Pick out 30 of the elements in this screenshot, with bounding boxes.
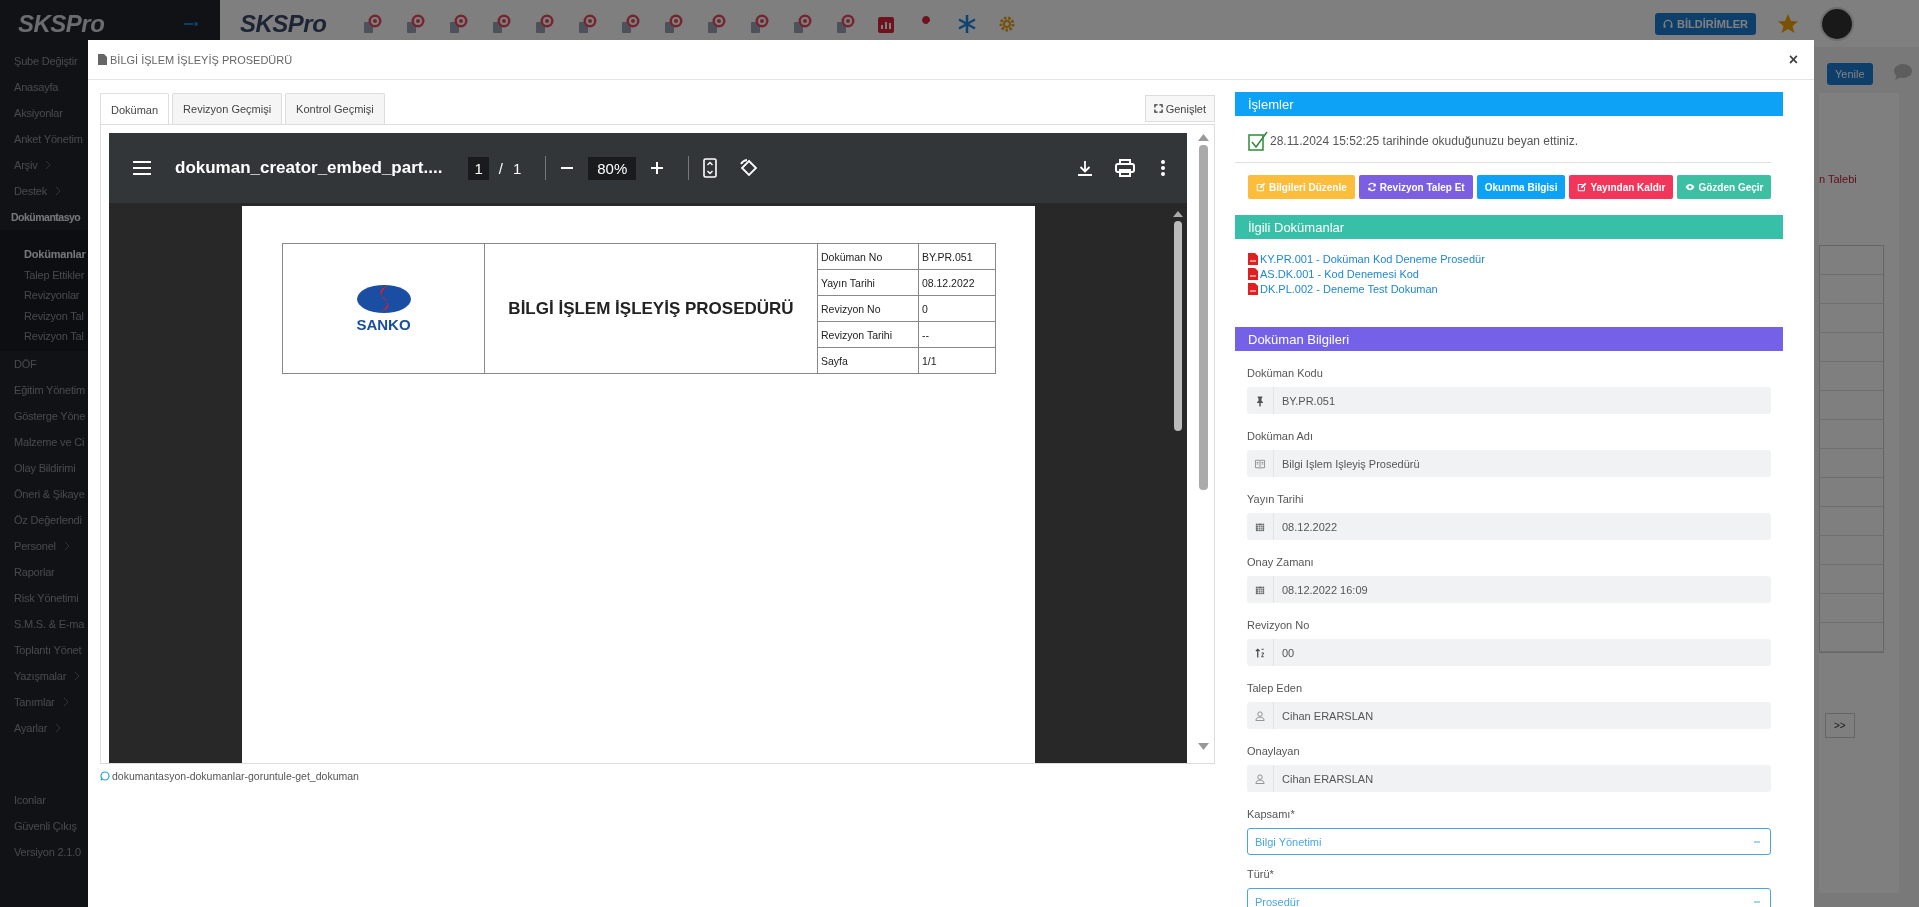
table-cell: Revizyon Tarihi xyxy=(817,321,919,348)
field-label: Kapsamı* xyxy=(1247,808,1296,820)
section-header: İlgili Dokümanlar xyxy=(1235,215,1783,239)
field-label: Yayın Tarihi xyxy=(1247,493,1305,505)
table-cell: 1/1 xyxy=(918,347,996,374)
table-cell: 08.12.2022 xyxy=(918,269,996,296)
table-cell: Revizyon No xyxy=(817,295,919,322)
table-cell: -- xyxy=(918,321,996,348)
field-label: Onay Zamanı xyxy=(1247,556,1315,568)
table-cell: Sayfa xyxy=(817,347,919,374)
section-header: İşlemler xyxy=(1235,92,1783,116)
table-cell: 0 xyxy=(918,295,996,322)
file-name: dokuman_creator_embed_part.... xyxy=(175,158,443,178)
field-label: Doküman Kodu xyxy=(1247,367,1324,379)
read-confirmation-text: 28.11.2024 15:52:25 tarihinde okuduğunuzu beyan ettiniz. xyxy=(1270,134,1579,148)
field-label: Türü* xyxy=(1247,868,1275,880)
field-label: Doküman Adı xyxy=(1247,430,1315,442)
field-label: Talep Eden xyxy=(1247,682,1304,694)
field-label: Revizyon No xyxy=(1247,619,1311,631)
document-title: BİLGİ İŞLEM İŞLEYİŞ PROSEDÜRÜ xyxy=(484,243,818,374)
field-label: Onaylayan xyxy=(1247,745,1301,757)
page-separator: / xyxy=(498,159,503,177)
company-logo-text: SANKO xyxy=(356,316,411,333)
status-text: n Talebi xyxy=(1819,173,1858,185)
table-cell: Yayın Tarihi xyxy=(817,269,919,296)
page-count: 1 xyxy=(512,159,522,177)
modal-title: BİLGİ İŞLEM İŞLEYİŞ PROSEDÜRÜ xyxy=(110,53,293,66)
section-header: Doküman Bilgileri xyxy=(1235,327,1783,351)
table-cell: BY.PR.051 xyxy=(918,243,996,270)
table-cell: Doküman No xyxy=(817,243,919,270)
